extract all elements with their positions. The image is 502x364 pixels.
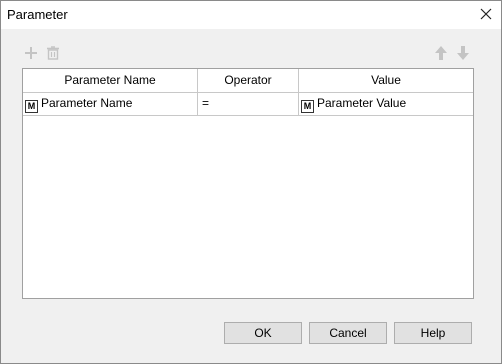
parameter-name-cell[interactable]: M Parameter Name bbox=[23, 93, 198, 115]
operator-cell[interactable]: = bbox=[198, 93, 299, 115]
title-bar: Parameter bbox=[1, 1, 501, 29]
add-row-button[interactable] bbox=[22, 45, 40, 63]
close-icon bbox=[480, 8, 492, 23]
operator-text: = bbox=[202, 96, 210, 110]
column-header-value[interactable]: Value bbox=[299, 69, 473, 92]
trash-icon bbox=[46, 45, 60, 63]
arrow-up-icon bbox=[434, 45, 448, 64]
column-header-operator[interactable]: Operator bbox=[198, 69, 299, 92]
ok-button[interactable]: OK bbox=[224, 322, 302, 344]
table-row[interactable]: M Parameter Name = M Parameter Value bbox=[23, 93, 473, 116]
close-button[interactable] bbox=[471, 1, 501, 29]
dialog-title: Parameter bbox=[7, 7, 68, 22]
parameter-value-text: Parameter Value bbox=[317, 96, 407, 110]
move-down-button[interactable] bbox=[454, 45, 472, 63]
parameter-dialog: Parameter Parameter Name Operator Value … bbox=[0, 0, 502, 364]
parameter-name-text: Parameter Name bbox=[41, 96, 133, 110]
value-cell[interactable]: M Parameter Value bbox=[299, 93, 473, 115]
plus-icon bbox=[24, 46, 38, 63]
cancel-button[interactable]: Cancel bbox=[309, 322, 387, 344]
arrow-down-icon bbox=[456, 45, 470, 64]
help-button[interactable]: Help bbox=[394, 322, 472, 344]
delete-row-button[interactable] bbox=[44, 45, 62, 63]
move-up-button[interactable] bbox=[432, 45, 450, 63]
column-header-parameter-name[interactable]: Parameter Name bbox=[23, 69, 198, 92]
table-header: Parameter Name Operator Value bbox=[23, 69, 473, 93]
field-m-icon: M bbox=[301, 100, 314, 113]
parameter-table: Parameter Name Operator Value M Parameter… bbox=[22, 68, 474, 299]
field-m-icon: M bbox=[25, 100, 38, 113]
